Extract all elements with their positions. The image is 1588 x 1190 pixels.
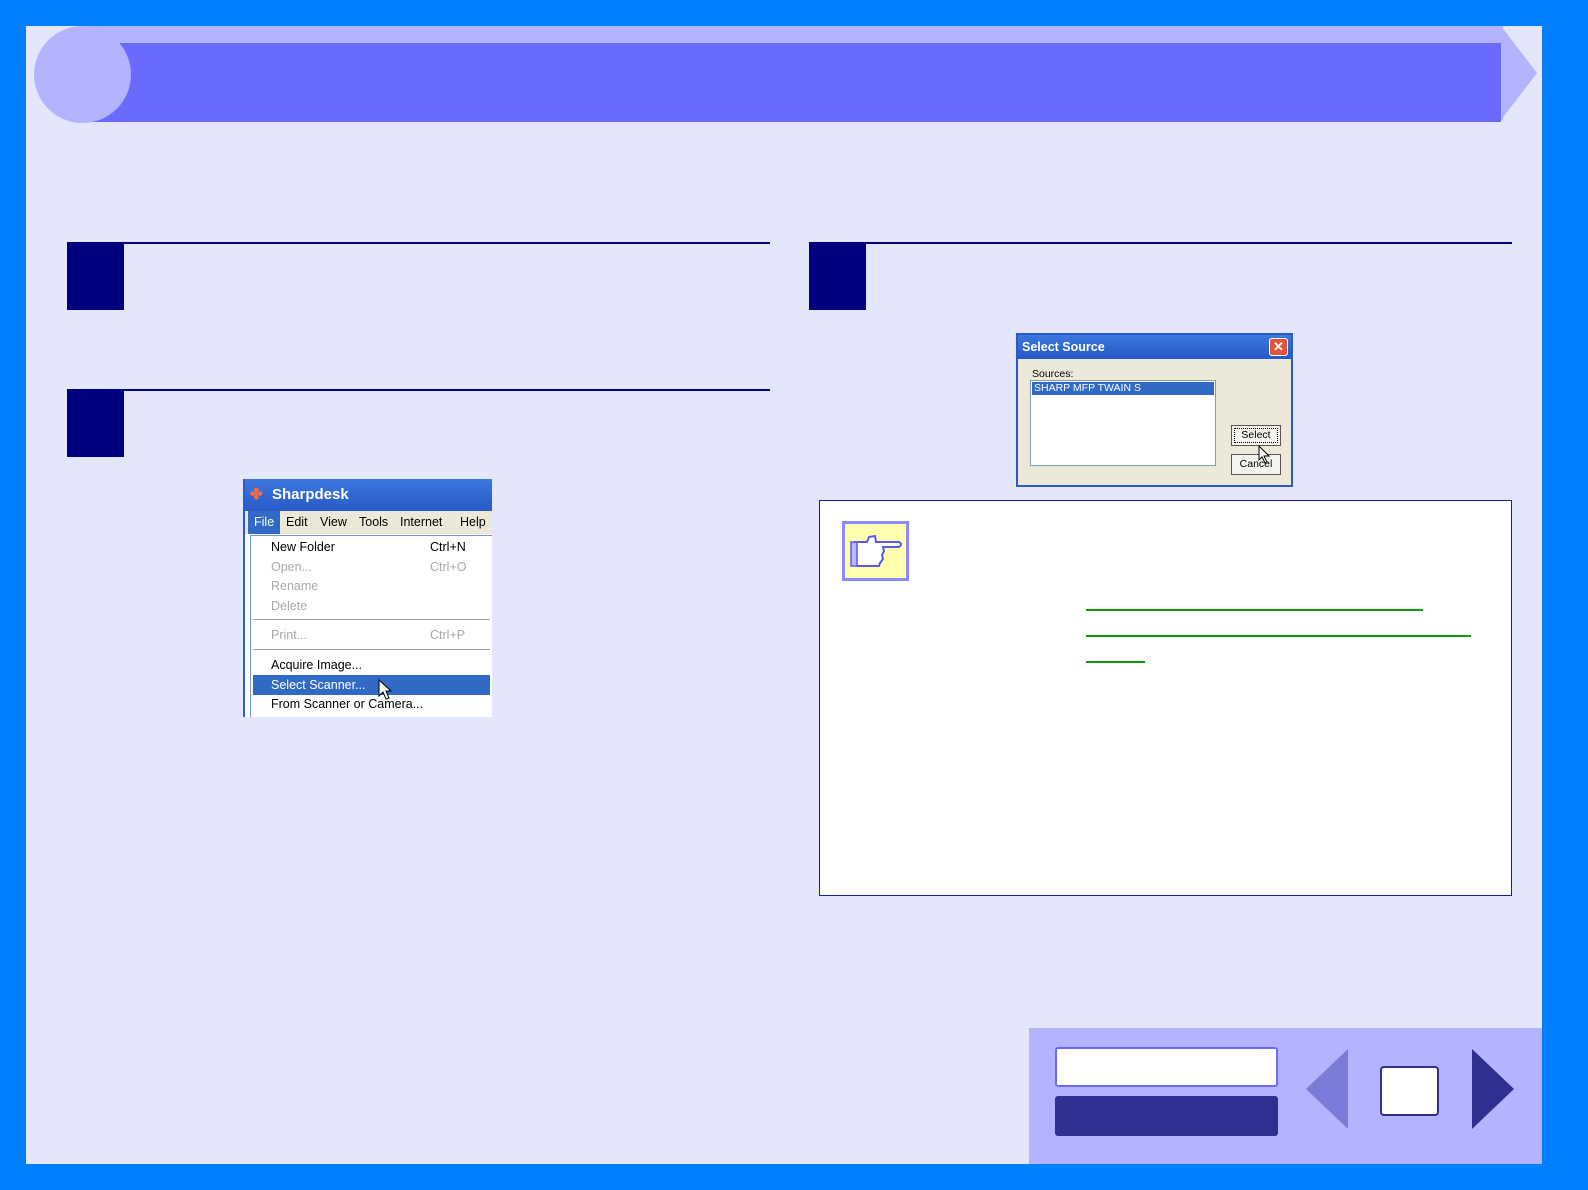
banner-circle — [34, 26, 131, 123]
step-2-rule — [124, 389, 770, 391]
menu-item-print: Print... Ctrl+P — [253, 625, 490, 645]
previous-page-icon[interactable] — [1306, 1049, 1348, 1129]
menu-item-label: Rename — [271, 579, 319, 593]
step-1-marker — [67, 242, 124, 310]
sources-label: Sources: — [1032, 368, 1074, 380]
step-3-marker — [809, 242, 866, 310]
dialog-title-bar: Select Source ✕ — [1018, 335, 1291, 359]
menu-item-select-scanner[interactable]: Select Scanner... — [253, 675, 490, 700]
menu-item-shortcut: Ctrl+O — [430, 560, 467, 574]
select-source-dialog: Select Source ✕ Sources: SHARP MFP TWAIN… — [1016, 333, 1293, 487]
menu-edit[interactable]: Edit — [286, 511, 308, 534]
menu-item-shortcut: Ctrl+P — [430, 628, 466, 642]
menu-item-acquire-image[interactable]: Acquire Image... — [253, 655, 490, 675]
menu-item-label: New Folder — [271, 540, 335, 554]
menu-view[interactable]: View — [320, 511, 347, 534]
file-menu-dropdown: New Folder Ctrl+N Open... Ctrl+O Rename … — [250, 535, 492, 717]
sharpdesk-logo-icon: ✤ — [250, 486, 263, 503]
mouse-pointer-icon — [1258, 445, 1270, 464]
note-link-underline[interactable] — [1086, 635, 1471, 637]
menu-file[interactable]: File — [248, 511, 281, 534]
note-icon — [842, 521, 909, 581]
sharpdesk-title: Sharpdesk — [272, 486, 349, 503]
pointing-hand-icon — [850, 534, 902, 567]
menu-item-label: Select Scanner... — [271, 678, 366, 692]
menu-item-rename: Rename — [253, 576, 490, 596]
sources-list[interactable]: SHARP MFP TWAIN S — [1030, 380, 1216, 466]
menu-item-label: From Scanner or Camera... — [271, 697, 424, 711]
index-button[interactable] — [1055, 1096, 1278, 1136]
menu-tools[interactable]: Tools — [359, 511, 388, 534]
menu-item-from-scanner[interactable]: From Scanner or Camera... — [253, 694, 490, 714]
step-1-rule — [124, 242, 770, 244]
page-number-box — [1380, 1066, 1439, 1116]
note-link-underline[interactable] — [1086, 661, 1145, 663]
banner-arrow — [1501, 26, 1537, 120]
page-title-banner — [86, 43, 1501, 122]
menu-item-label: Print... — [271, 628, 308, 642]
menu-item-new-folder[interactable]: New Folder Ctrl+N — [253, 537, 490, 557]
menu-item-label: Delete — [271, 599, 308, 613]
menu-item-open: Open... Ctrl+O — [253, 557, 490, 577]
select-button[interactable]: Select — [1231, 425, 1281, 446]
close-icon[interactable]: ✕ — [1269, 338, 1288, 356]
source-item[interactable]: SHARP MFP TWAIN S — [1032, 382, 1214, 395]
menu-internet[interactable]: Internet — [400, 511, 442, 534]
cancel-button[interactable]: Cancel — [1231, 454, 1281, 475]
menu-item-label: Open... — [271, 560, 312, 574]
note-box — [819, 500, 1512, 896]
menu-item-label: Acquire Image... — [271, 658, 363, 672]
menu-item-delete: Delete — [253, 596, 490, 616]
sharpdesk-menubar: File Edit View Tools Internet Help — [245, 511, 492, 534]
menu-separator — [253, 649, 490, 651]
sharpdesk-title-bar: ✤ Sharpdesk — [245, 479, 492, 511]
next-page-icon[interactable] — [1472, 1049, 1514, 1129]
menu-help[interactable]: Help — [460, 511, 486, 534]
sharpdesk-window: ✤ Sharpdesk File Edit View Tools Interne… — [243, 479, 492, 717]
menu-separator — [253, 619, 490, 621]
banner-band — [86, 26, 1502, 43]
step-3-rule — [866, 242, 1512, 244]
dialog-title: Select Source — [1022, 340, 1105, 354]
contents-button[interactable] — [1055, 1047, 1278, 1087]
note-link-underline[interactable] — [1086, 609, 1423, 611]
menu-item-shortcut: Ctrl+N — [430, 540, 466, 554]
manual-page: ✤ Sharpdesk File Edit View Tools Interne… — [26, 26, 1542, 1164]
step-2-marker — [67, 389, 124, 457]
